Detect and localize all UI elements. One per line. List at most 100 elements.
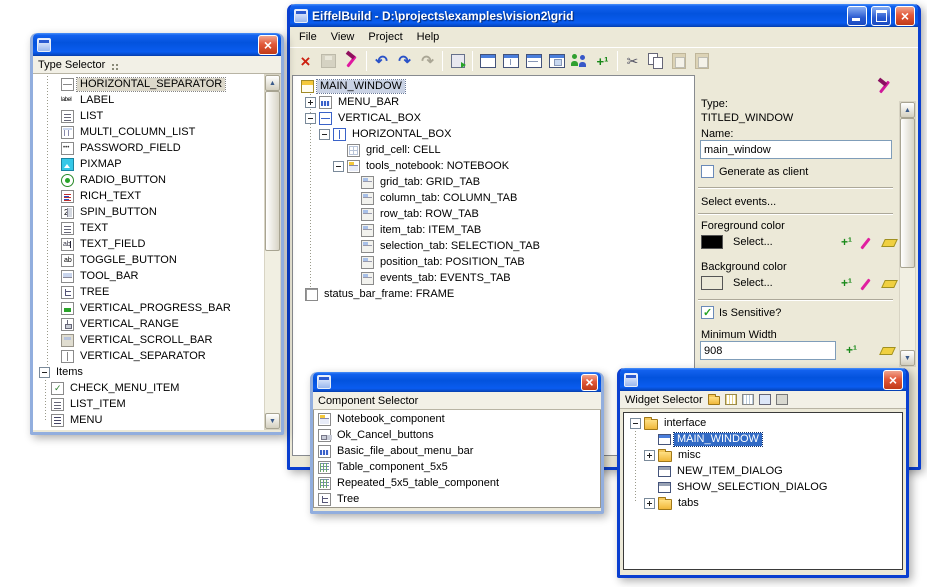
generate-as-client-checkbox[interactable]	[701, 165, 714, 178]
foreground-color-swatch[interactable]	[701, 235, 723, 249]
foreground-select-button[interactable]: Select...	[733, 236, 773, 248]
titlebar[interactable]	[33, 33, 281, 56]
close-button[interactable]	[258, 35, 278, 55]
scroll-down-icon[interactable]	[900, 350, 915, 366]
collapse-icon[interactable]	[39, 367, 50, 378]
cut-icon[interactable]	[621, 50, 644, 72]
build-wand-icon[interactable]	[340, 50, 363, 72]
tree-item[interactable]: events_tab: EVENTS_TAB	[293, 270, 694, 286]
maximize-button[interactable]	[871, 6, 891, 26]
tree-item[interactable]: PIXMAP	[33, 156, 264, 172]
tree-item[interactable]: RADIO_BUTTON	[33, 172, 264, 188]
tool-window-2-icon[interactable]	[499, 50, 522, 72]
tree-item[interactable]: tools_notebook: NOTEBOOK	[293, 158, 694, 174]
tree-item[interactable]: LABEL	[33, 92, 264, 108]
select-events-link[interactable]: Select events...	[701, 196, 776, 208]
eraser-icon[interactable]	[881, 280, 898, 288]
tree-item[interactable]: VERTICAL_RANGE	[33, 316, 264, 332]
scroll-up-icon[interactable]	[900, 102, 915, 118]
tree-item[interactable]: MENU	[33, 412, 264, 428]
community-icon[interactable]	[568, 50, 591, 72]
list-item[interactable]: Tree	[314, 491, 600, 507]
preview-icon[interactable]	[759, 394, 771, 405]
type-selector-scrollbar[interactable]	[264, 74, 281, 430]
tree-item[interactable]: tabs	[624, 495, 902, 511]
tree-item[interactable]: SHOW_SELECTION_DIALOG	[624, 479, 902, 495]
tree-item[interactable]: item_tab: ITEM_TAB	[293, 222, 694, 238]
tree-item[interactable]: LIST_ITEM	[33, 396, 264, 412]
tree-item[interactable]: VERTICAL_SEPARATOR	[33, 348, 264, 364]
tree-item[interactable]: HORIZONTAL_SEPARATOR	[33, 76, 264, 92]
tree-item[interactable]: row_tab: ROW_TAB	[293, 206, 694, 222]
eraser-icon[interactable]	[881, 239, 898, 247]
copy-icon[interactable]	[644, 50, 667, 72]
titlebar[interactable]: EiffelBuild - D:\projects\examples\visio…	[290, 4, 918, 27]
list-item[interactable]: Repeated_5x5_table_component	[314, 475, 600, 491]
close-button[interactable]	[895, 6, 915, 26]
tree-item[interactable]: NEW_ITEM_DIALOG	[624, 463, 902, 479]
tree-item[interactable]: TOGGLE_BUTTON	[33, 252, 264, 268]
menu-project[interactable]: Project	[361, 29, 409, 45]
tree-item[interactable]: TEXT_FIELD	[33, 236, 264, 252]
list-item[interactable]: Notebook_component	[314, 411, 600, 427]
tree-item[interactable]: TEXT	[33, 220, 264, 236]
collapse-icon[interactable]	[305, 113, 316, 124]
expand-icon[interactable]	[644, 450, 655, 461]
tree-item[interactable]: SPIN_BUTTON	[33, 204, 264, 220]
tree-item[interactable]: MAIN_WINDOW	[293, 78, 694, 94]
tree-item[interactable]: HORIZONTAL_BOX	[293, 126, 694, 142]
minimize-button[interactable]	[847, 6, 867, 26]
tree-item[interactable]: VERTICAL_SCROLL_BAR	[33, 332, 264, 348]
tree-item[interactable]: grid_cell: CELL	[293, 142, 694, 158]
grid-view-icon[interactable]	[742, 394, 754, 405]
color-picker-icon[interactable]	[860, 278, 870, 290]
collapse-icon[interactable]	[319, 129, 330, 140]
tree-item[interactable]: LIST	[33, 108, 264, 124]
list-item[interactable]: Basic_file_about_menu_bar	[314, 443, 600, 459]
tree-item[interactable]: VERTICAL_PROGRESS_BAR	[33, 300, 264, 316]
tree-item[interactable]: selection_tab: SELECTION_TAB	[293, 238, 694, 254]
dock-grip-icon[interactable]	[112, 64, 114, 66]
eraser-icon[interactable]	[879, 347, 896, 355]
expand-icon[interactable]	[644, 498, 655, 509]
tree-item[interactable]: status_bar_frame: FRAME	[293, 286, 694, 302]
close-button[interactable]	[581, 374, 598, 391]
is-sensitive-row[interactable]: Is Sensitive?	[701, 306, 781, 319]
tree-item[interactable]: PASSWORD_FIELD	[33, 140, 264, 156]
tree-item[interactable]: misc	[624, 447, 902, 463]
menu-file[interactable]: File	[292, 29, 324, 45]
tree-group[interactable]: Items	[33, 364, 264, 380]
collapse-icon[interactable]	[333, 161, 344, 172]
tree-item[interactable]: TOOL_BAR	[33, 268, 264, 284]
color-picker-icon[interactable]	[860, 237, 870, 249]
list-item[interactable]: Ok_Cancel_buttons	[314, 427, 600, 443]
tree-item[interactable]: TREE	[33, 284, 264, 300]
add-constant-icon[interactable]: +¹	[846, 343, 857, 357]
save-icon[interactable]	[317, 50, 340, 72]
scrollbar-thumb[interactable]	[265, 91, 280, 251]
scroll-down-icon[interactable]	[265, 413, 280, 429]
close-button[interactable]	[883, 370, 903, 390]
tree-item[interactable]: interface	[624, 415, 902, 431]
name-input[interactable]	[700, 140, 892, 159]
tree-item[interactable]: MULTI_COLUMN_LIST	[33, 124, 264, 140]
add-one-icon[interactable]	[591, 50, 614, 72]
menu-help[interactable]: Help	[410, 29, 447, 45]
add-constant-icon[interactable]: +¹	[841, 276, 852, 290]
tree-item[interactable]: RICH_TEXT	[33, 188, 264, 204]
add-widget-icon[interactable]	[725, 394, 737, 405]
tree-item[interactable]: column_tab: COLUMN_TAB	[293, 190, 694, 206]
expand-icon[interactable]	[305, 97, 316, 108]
add-constant-icon[interactable]: +¹	[841, 235, 852, 249]
tree-item[interactable]: position_tab: POSITION_TAB	[293, 254, 694, 270]
list-item[interactable]: Table_component_5x5	[314, 459, 600, 475]
capture-icon[interactable]	[776, 394, 788, 405]
properties-scrollbar[interactable]	[899, 101, 916, 367]
scrollbar-track[interactable]	[265, 251, 280, 413]
tree-item[interactable]: VERTICAL_BOX	[293, 110, 694, 126]
tree-item[interactable]: MENU_BAR	[293, 94, 694, 110]
tool-window-3-icon[interactable]	[522, 50, 545, 72]
generate-code-icon[interactable]	[446, 50, 469, 72]
build-hammer-icon[interactable]	[874, 78, 892, 96]
redo-icon[interactable]	[393, 50, 416, 72]
